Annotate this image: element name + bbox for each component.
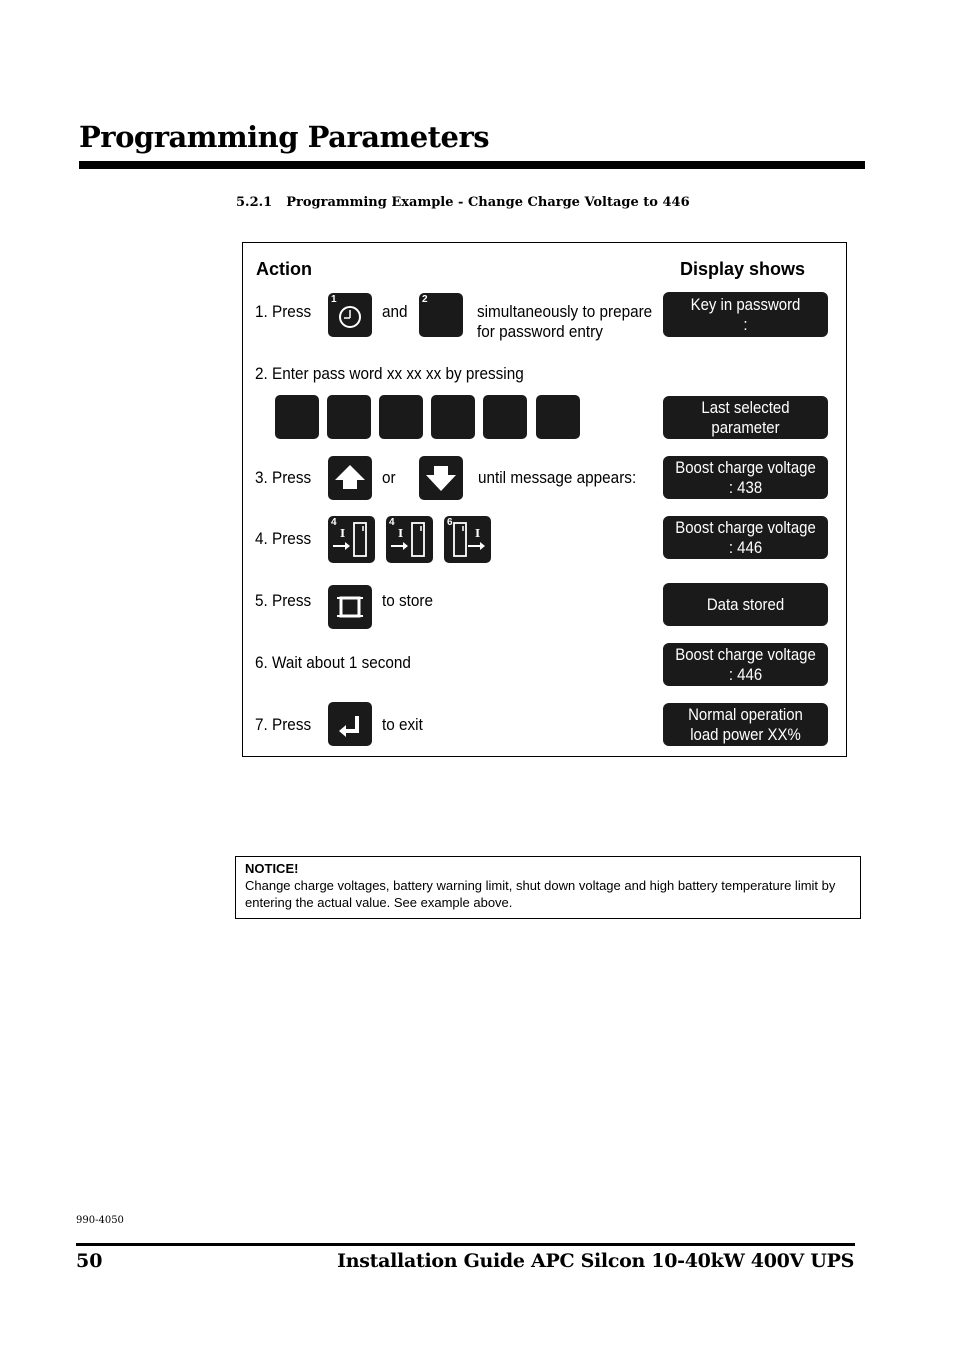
inverter-on-icon: I [333, 522, 367, 557]
store-key[interactable] [328, 585, 372, 629]
display-line-2: : 446 [728, 664, 763, 684]
display-boost-446-confirm: Boost charge voltage : 446 [663, 643, 828, 686]
display-line-2: parameter [711, 417, 780, 437]
enter-icon [339, 716, 359, 737]
clock-key[interactable]: 1 [328, 293, 372, 337]
key-number: 2 [422, 294, 428, 305]
clock-icon [339, 306, 361, 328]
step-6-text: 6. Wait about 1 second [255, 653, 411, 672]
password-key-2[interactable] [327, 395, 371, 439]
step-1-and: and [382, 302, 408, 321]
step-1-suffix-line2: for password entry [477, 322, 603, 341]
password-key-6[interactable] [536, 395, 580, 439]
down-arrow-key[interactable] [419, 456, 463, 500]
doc-number: 990-4050 [76, 1215, 124, 1226]
display-line-1: Boost charge voltage [675, 644, 816, 664]
programming-example-figure: Action Display shows 1. Press 1 and 2 si… [242, 242, 847, 757]
enter-key[interactable] [328, 702, 372, 746]
display-data-stored: Data stored [663, 583, 828, 626]
step-4-prefix: 4. Press [255, 529, 312, 548]
display-boost-446: Boost charge voltage : 446 [663, 516, 828, 559]
display-line-1: Key in password [690, 294, 801, 314]
step-7-prefix: 7. Press [255, 715, 312, 734]
section-number: 5.2.1 [236, 195, 273, 210]
svg-text:I: I [475, 527, 480, 540]
display-line-1: Boost charge voltage [675, 517, 816, 537]
display-header: Display shows [680, 259, 806, 279]
key-2[interactable]: 2 [419, 293, 463, 337]
display-normal-operation: Normal operation load power XX% [663, 703, 828, 746]
title-rule [79, 161, 865, 169]
page-title: Programming Parameters [79, 120, 490, 154]
step-3-or: or [382, 468, 396, 487]
bypass-icon: I [453, 522, 485, 557]
step-3-prefix: 3. Press [255, 468, 312, 487]
step-3-suffix: until message appears: [478, 468, 637, 487]
display-line-2: : [743, 314, 748, 334]
step-2-text: 2. Enter pass word xx xx xx by pressing [255, 364, 524, 383]
svg-text:I: I [340, 527, 345, 540]
notice-body: Change charge voltages, battery warning … [245, 878, 836, 910]
section-heading: 5.2.1 Programming Example - Change Charge… [236, 195, 690, 210]
inverter-on-icon: I [391, 522, 425, 557]
password-key-3[interactable] [379, 395, 423, 439]
display-line-2: load power XX% [690, 724, 801, 744]
display-boost-438: Boost charge voltage : 438 [663, 456, 828, 499]
step-7-suffix: to exit [382, 715, 423, 734]
display-line-1: Last selected [701, 397, 790, 417]
action-header: Action [256, 259, 312, 279]
display-line-1: Boost charge voltage [675, 457, 816, 477]
footer-rule [76, 1243, 855, 1246]
display-line-1: Data stored [706, 594, 785, 614]
step-1-prefix: 1. Press [255, 302, 312, 321]
display-line-2: : 446 [728, 537, 763, 557]
display-key-in-password: Key in password : [663, 292, 828, 337]
password-key-1[interactable] [275, 395, 319, 439]
step-5-prefix: 5. Press [255, 591, 312, 610]
bypass-key[interactable]: 6 I [444, 516, 491, 563]
up-arrow-icon [335, 465, 365, 489]
footer-title: Installation Guide APC Silcon 10-40kW 40… [337, 1250, 854, 1272]
notice-box: NOTICE! Change charge voltages, battery … [235, 856, 861, 919]
notice-title: NOTICE! [245, 861, 299, 876]
password-key-4[interactable] [431, 395, 475, 439]
inverter-on-key[interactable]: 4 I [328, 516, 375, 563]
step-5-suffix: to store [382, 591, 434, 610]
inverter-on-key-2[interactable]: 4 I [386, 516, 433, 563]
page-number: 50 [76, 1250, 103, 1272]
step-1-suffix-line1: simultaneously to prepare [477, 302, 653, 321]
display-line-2: : 438 [728, 477, 763, 497]
display-line-1: Normal operation [688, 704, 803, 724]
up-arrow-key[interactable] [328, 456, 372, 500]
svg-text:I: I [398, 527, 403, 540]
store-icon [337, 596, 363, 618]
password-key-5[interactable] [483, 395, 527, 439]
section-title: Programming Example - Change Charge Volt… [286, 195, 690, 210]
display-last-selected: Last selected parameter [663, 396, 828, 439]
down-arrow-icon [426, 466, 456, 491]
